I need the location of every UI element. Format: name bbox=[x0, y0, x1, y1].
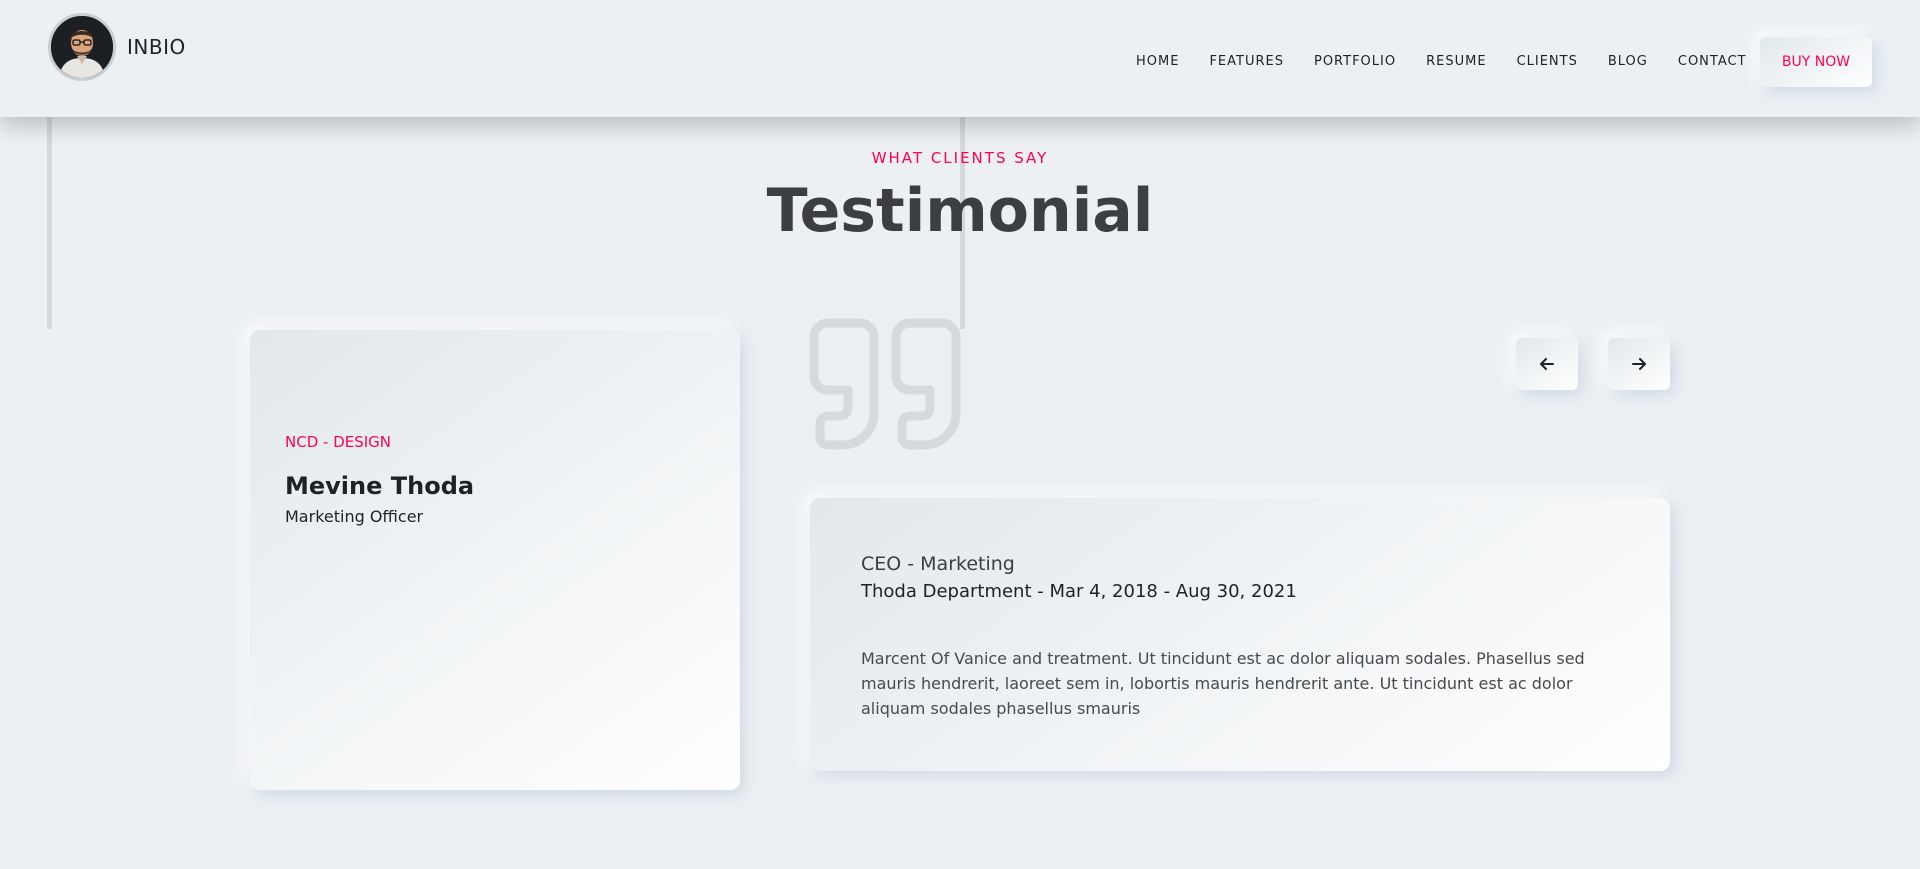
brand-name: INBIO bbox=[127, 35, 186, 59]
avatar bbox=[48, 13, 116, 81]
arrow-left-icon bbox=[1540, 355, 1554, 374]
section-title: Testimonial bbox=[766, 176, 1154, 246]
client-name: Mevine Thoda bbox=[285, 472, 475, 500]
site-header: INBIO HOME FEATURES PORTFOLIO RESUME CLI… bbox=[0, 0, 1920, 117]
nav-blog[interactable]: BLOG bbox=[1608, 54, 1648, 69]
next-button[interactable] bbox=[1608, 338, 1670, 390]
nav-features[interactable]: FEATURES bbox=[1209, 54, 1284, 69]
nav-home[interactable]: HOME bbox=[1136, 54, 1179, 69]
quote-icon bbox=[808, 318, 964, 452]
testimonial-role: CEO - Marketing bbox=[861, 553, 1015, 575]
client-role: Marketing Officer bbox=[285, 507, 424, 526]
nav-contact[interactable]: CONTACT bbox=[1678, 54, 1747, 69]
main-nav: HOME FEATURES PORTFOLIO RESUME CLIENTS B… bbox=[1136, 54, 1777, 69]
client-tag: NCD - DESIGN bbox=[285, 433, 392, 451]
arrow-right-icon bbox=[1632, 355, 1646, 374]
testimonial-card: CEO - Marketing Thoda Department - Mar 4… bbox=[810, 498, 1670, 771]
nav-resume[interactable]: RESUME bbox=[1426, 54, 1486, 69]
testimonial-text: Marcent Of Vanice and treatment. Ut tinc… bbox=[861, 649, 1585, 718]
section-subtitle: WHAT CLIENTS SAY bbox=[871, 149, 1049, 167]
logo[interactable]: INBIO bbox=[48, 13, 186, 81]
client-card: NCD - DESIGN Mevine Thoda Marketing Offi… bbox=[250, 330, 740, 790]
prev-button[interactable] bbox=[1516, 338, 1578, 390]
nav-clients[interactable]: CLIENTS bbox=[1517, 54, 1578, 69]
buy-now-button[interactable]: BUY NOW bbox=[1760, 37, 1872, 87]
nav-portfolio[interactable]: PORTFOLIO bbox=[1314, 54, 1396, 69]
testimonial-department: Thoda Department - Mar 4, 2018 - Aug 30,… bbox=[861, 581, 1297, 602]
